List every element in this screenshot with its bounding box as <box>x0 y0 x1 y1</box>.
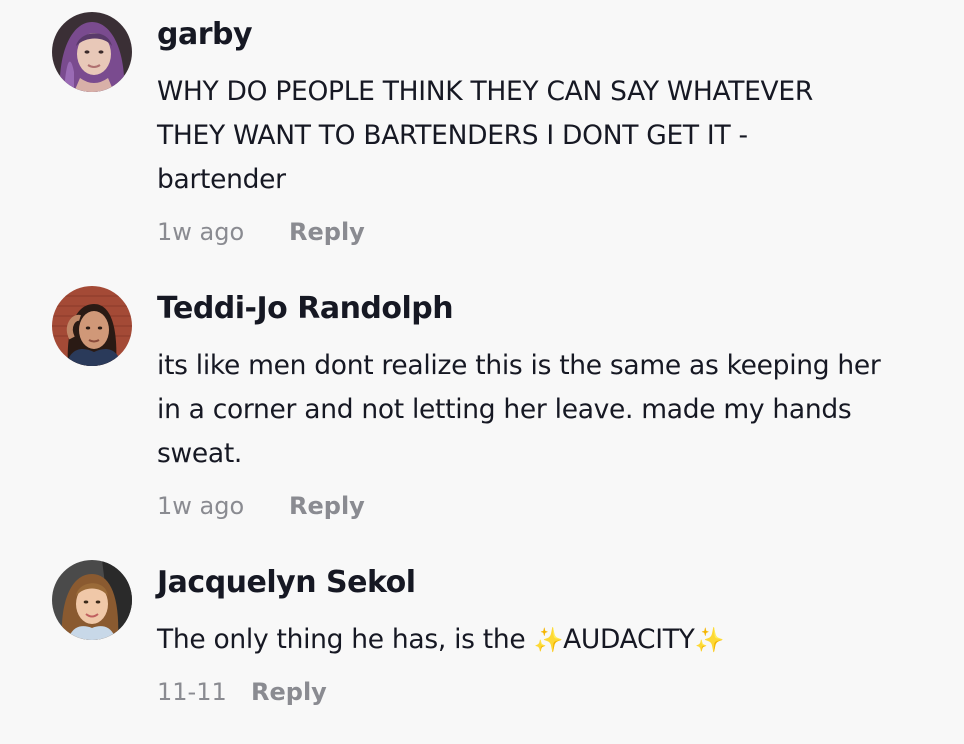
comment-username[interactable]: Jacquelyn Sekol <box>157 565 416 600</box>
comment-timestamp: 1w ago <box>157 218 245 246</box>
avatar[interactable] <box>52 286 132 366</box>
comment-meta: 11-11 Reply <box>157 678 327 706</box>
comment-meta: 1w ago Reply <box>157 218 365 246</box>
avatar[interactable] <box>52 560 132 640</box>
avatar-image <box>52 12 132 92</box>
sparkles-icon: ✨ <box>533 626 564 654</box>
avatar-image <box>52 560 132 640</box>
comment-text: The only thing he has, is the ✨AUDACITY✨ <box>157 618 947 662</box>
comment-text-line: sweat. <box>157 438 243 469</box>
comment-text-line: bartender <box>157 164 286 195</box>
comment-text-line: WHY DO PEOPLE THINK THEY CAN SAY WHATEVE… <box>157 76 813 107</box>
reply-button[interactable]: Reply <box>289 218 365 246</box>
comment-meta: 1w ago Reply <box>157 492 365 520</box>
comment-text-emphasis: AUDACITY <box>563 624 695 655</box>
reply-button[interactable]: Reply <box>289 492 365 520</box>
comment-text-line: in a corner and not letting her leave. m… <box>157 394 852 425</box>
sparkles-icon: ✨ <box>694 626 725 654</box>
comment-timestamp: 1w ago <box>157 492 245 520</box>
comment-text-line: its like men dont realize this is the sa… <box>157 350 881 381</box>
reply-button[interactable]: Reply <box>251 678 327 706</box>
avatar-image <box>52 286 132 366</box>
comment-timestamp: 11-11 <box>157 678 227 706</box>
comment-text-line: The only thing he has, is the ✨AUDACITY✨ <box>157 618 947 662</box>
comment-username[interactable]: Teddi-Jo Randolph <box>157 291 454 326</box>
comment-text-segment: The only thing he has, is the <box>157 624 534 655</box>
avatar[interactable] <box>52 12 132 92</box>
comment-text: WHY DO PEOPLE THINK THEY CAN SAY WHATEVE… <box>157 70 947 202</box>
comment-text-line: THEY WANT TO BARTENDERS I DONT GET IT - <box>157 120 748 151</box>
comment-username[interactable]: garby <box>157 17 253 52</box>
comment-text: its like men dont realize this is the sa… <box>157 344 947 476</box>
